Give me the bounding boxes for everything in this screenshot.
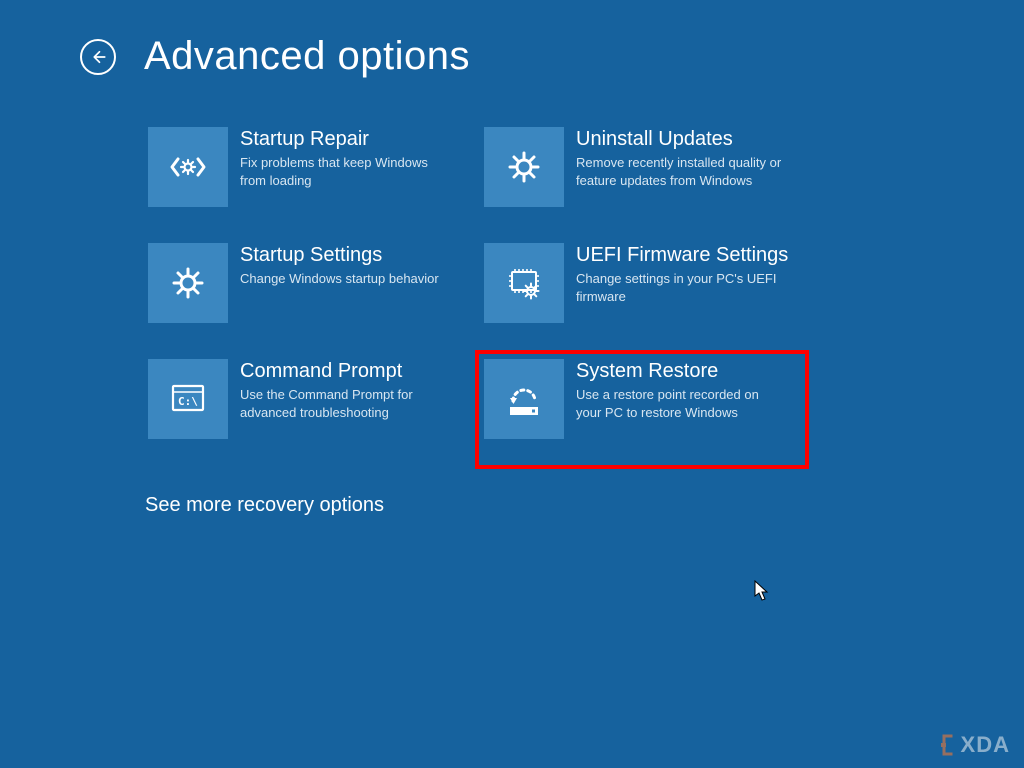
tile-desc: Change Windows startup behavior: [240, 270, 450, 288]
tile-title: Startup Settings: [240, 243, 464, 267]
tile-startup-settings[interactable]: Startup Settings Change Windows startup …: [145, 240, 467, 326]
uefi-firmware-icon: [484, 243, 564, 323]
arrow-left-icon: [89, 48, 107, 66]
tile-system-restore[interactable]: System Restore Use a restore point recor…: [481, 356, 803, 463]
startup-repair-icon: [148, 127, 228, 207]
tile-text: Startup Repair Fix problems that keep Wi…: [240, 127, 464, 189]
tile-text: Uninstall Updates Remove recently instal…: [576, 127, 800, 189]
see-more-recovery-link[interactable]: See more recovery options: [145, 494, 384, 517]
tile-text: UEFI Firmware Settings Change settings i…: [576, 243, 800, 305]
watermark-text: XDA: [961, 732, 1010, 758]
tile-desc: Remove recently installed quality or fea…: [576, 154, 786, 189]
watermark: XDA: [939, 732, 1010, 758]
tile-text: Startup Settings Change Windows startup …: [240, 243, 464, 288]
cursor-icon: [754, 580, 770, 602]
uninstall-updates-icon: [484, 127, 564, 207]
watermark-bracket-icon: [939, 734, 957, 756]
tile-desc: Use the Command Prompt for advanced trou…: [240, 386, 450, 421]
system-restore-icon: [484, 359, 564, 439]
tile-command-prompt[interactable]: C:\ Command Prompt Use the Command Promp…: [145, 356, 467, 463]
page-title: Advanced options: [144, 34, 470, 79]
tile-title: Uninstall Updates: [576, 127, 800, 151]
tile-uefi-firmware[interactable]: UEFI Firmware Settings Change settings i…: [481, 240, 803, 326]
back-button[interactable]: [80, 39, 116, 75]
tile-title: Startup Repair: [240, 127, 464, 151]
tile-title: Command Prompt: [240, 359, 464, 383]
command-prompt-icon: C:\: [148, 359, 228, 439]
startup-settings-icon: [148, 243, 228, 323]
tile-text: System Restore Use a restore point recor…: [576, 359, 800, 421]
tile-text: Command Prompt Use the Command Prompt fo…: [240, 359, 464, 421]
header: Advanced options: [80, 34, 470, 79]
tile-desc: Use a restore point recorded on your PC …: [576, 386, 786, 421]
tile-startup-repair[interactable]: Startup Repair Fix problems that keep Wi…: [145, 124, 467, 210]
tile-desc: Fix problems that keep Windows from load…: [240, 154, 450, 189]
tile-title: UEFI Firmware Settings: [576, 243, 800, 267]
tile-title: System Restore: [576, 359, 800, 383]
svg-text:C:\: C:\: [178, 395, 198, 408]
tile-uninstall-updates[interactable]: Uninstall Updates Remove recently instal…: [481, 124, 803, 210]
tile-desc: Change settings in your PC's UEFI firmwa…: [576, 270, 786, 305]
options-grid: Startup Repair Fix problems that keep Wi…: [145, 124, 803, 463]
